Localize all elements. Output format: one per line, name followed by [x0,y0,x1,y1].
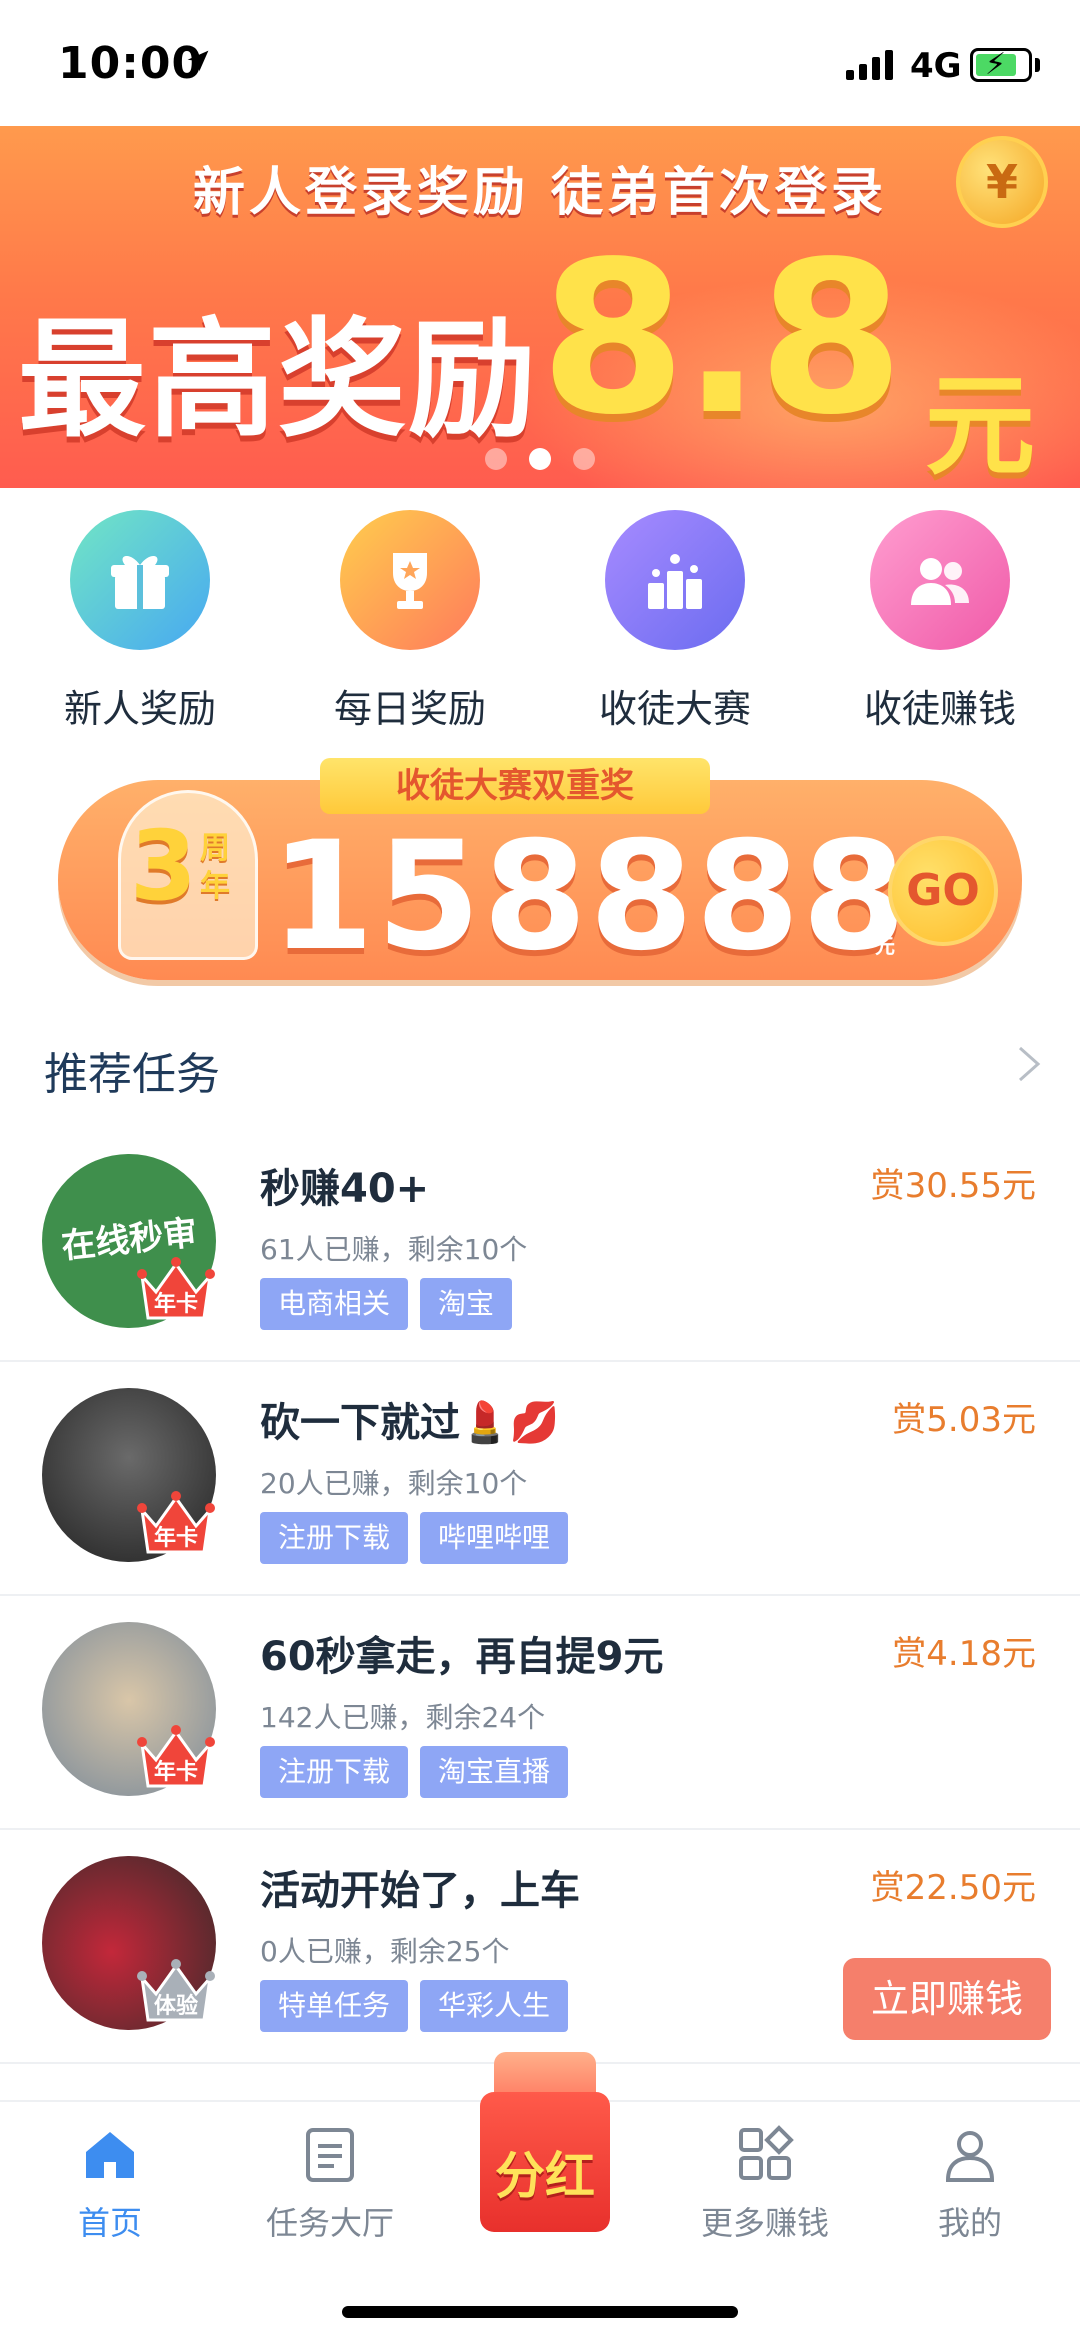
task-tag: 华彩人生 [420,1980,569,2032]
status-bar: 10:00 4G ⚡ [0,0,1080,126]
task-tags: 特单任务 华彩人生 [260,1980,569,2032]
task-tags: 注册下载 哔哩哔哩 [260,1512,569,1564]
task-tag: 淘宝直播 [420,1746,569,1798]
banner-subtitle: 新人登录奖励 徒弟首次登录 [192,163,888,223]
task-reward: 赏22.50元 [870,1868,1036,1908]
category-label: 收徒大赛 [598,687,751,731]
badge-label: 年卡 [153,1760,198,1785]
task-row[interactable]: 年卡 60秒拿走，再自提9元 142人已赚，剩余24个 注册下载 淘宝直播 赏4… [0,1596,1080,1830]
podium-icon [605,510,745,650]
location-arrow-icon [187,50,209,72]
task-title: 活动开始了，上车 [260,1868,580,1914]
battery-tip [1035,58,1040,72]
task-tags: 注册下载 淘宝直播 [260,1746,569,1798]
contest-tag: 收徒大赛双重奖 [320,758,710,814]
crown-badge: 年卡 [136,1480,216,1560]
task-reward: 赏4.18元 [892,1634,1036,1674]
task-meta: 142人已赚，剩余24个 [260,1701,546,1734]
crown-badge: 年卡 [136,1246,216,1326]
carousel-dot[interactable] [529,448,551,470]
task-tag: 淘宝 [420,1278,513,1330]
task-title: 60秒拿走，再自提9元 [260,1634,664,1680]
contest-amount: 158888 [270,810,909,984]
task-tag: 特单任务 [260,1980,409,2032]
trophy-icon [340,510,480,650]
home-icon [86,2132,134,2178]
banner-amount: 8.8 [540,216,904,461]
task-tag: 哔哩哔哩 [420,1512,569,1564]
badge-label: 体验 [153,1994,198,2019]
category-shortcuts: 新人奖励 每日奖励 收徒大赛 收徒赚钱 [0,510,1080,733]
task-tag: 注册下载 [260,1746,409,1798]
task-row[interactable]: 在线秒审 年卡 秒赚40+ 61人已赚，剩余10个 电商相关 淘宝 赏30.55… [0,1128,1080,1362]
task-row[interactable]: 年卡 砍一下就过💄💋 20人已赚，剩余10个 注册下载 哔哩哔哩 赏5.03元 [0,1362,1080,1596]
tab-label: 首页 [77,2204,142,2242]
category-daily-reward[interactable]: 每日奖励 [290,510,530,733]
crown-badge: 年卡 [136,1714,216,1794]
network-type: 4G [910,46,962,86]
category-label: 收徒赚钱 [863,687,1016,731]
home-indicator [342,2306,738,2318]
profile-icon [945,2131,995,2182]
tab-task-hall[interactable]: 任务大厅 [240,2124,420,2244]
carousel-dots[interactable] [0,448,1080,470]
task-title: 秒赚40+ [260,1166,430,1212]
anniversary-text: 周年 [200,831,230,904]
gift-icon [70,510,210,650]
category-new-user-reward[interactable]: 新人奖励 [20,510,260,733]
chevron-right-icon[interactable] [1014,1044,1044,1084]
signal-icon [846,50,893,80]
tab-home[interactable]: 首页 [20,2124,200,2244]
category-label: 每日奖励 [333,687,486,731]
banner-headline: 最高奖励 [18,306,539,455]
task-list-icon [306,2128,354,2182]
anniversary-number: 3 [130,810,197,922]
grid-icon [739,2125,794,2180]
crown-badge: 体验 [136,1948,216,2028]
task-title: 砍一下就过💄💋 [260,1400,560,1446]
battery-icon: ⚡ [970,47,1032,82]
contest-unit: 元 [875,934,895,958]
people-icon [870,510,1010,650]
earn-now-button[interactable]: 立即赚钱 [843,1958,1051,2040]
go-button[interactable]: GO [888,836,998,946]
task-meta: 0人已赚，剩余25个 [260,1935,510,1968]
tab-profile[interactable]: 我的 [880,2124,1060,2244]
tab-more-earnings[interactable]: 更多赚钱 [675,2124,855,2244]
badge-label: 年卡 [153,1526,198,1551]
task-tag: 电商相关 [260,1278,409,1330]
task-tag: 注册下载 [260,1512,409,1564]
badge-label: 年卡 [153,1292,198,1317]
task-reward: 赏30.55元 [870,1166,1036,1206]
tab-label: 分红 [495,2147,595,2205]
category-apprentice-earn[interactable]: 收徒赚钱 [820,510,1060,733]
task-tags: 电商相关 淘宝 [260,1278,513,1330]
task-reward: 赏5.03元 [892,1400,1036,1440]
carousel-dot[interactable] [573,448,595,470]
section-title: 推荐任务 [44,1049,220,1100]
promo-banner[interactable]: ¥ 新人登录奖励 徒弟首次登录 最高奖励 8.8 元 [0,126,1080,488]
tab-label: 任务大厅 [265,2204,394,2242]
tab-label: 我的 [937,2204,1002,2242]
task-meta: 20人已赚，剩余10个 [260,1467,528,1500]
status-time: 10:00 [58,38,204,89]
tab-dividend[interactable]: 分红 [480,2052,610,2232]
category-label: 新人奖励 [63,687,216,731]
carousel-dot[interactable] [485,448,507,470]
task-meta: 61人已赚，剩余10个 [260,1233,528,1266]
tab-label: 更多赚钱 [700,2204,829,2242]
category-apprentice-contest[interactable]: 收徒大赛 [555,510,795,733]
